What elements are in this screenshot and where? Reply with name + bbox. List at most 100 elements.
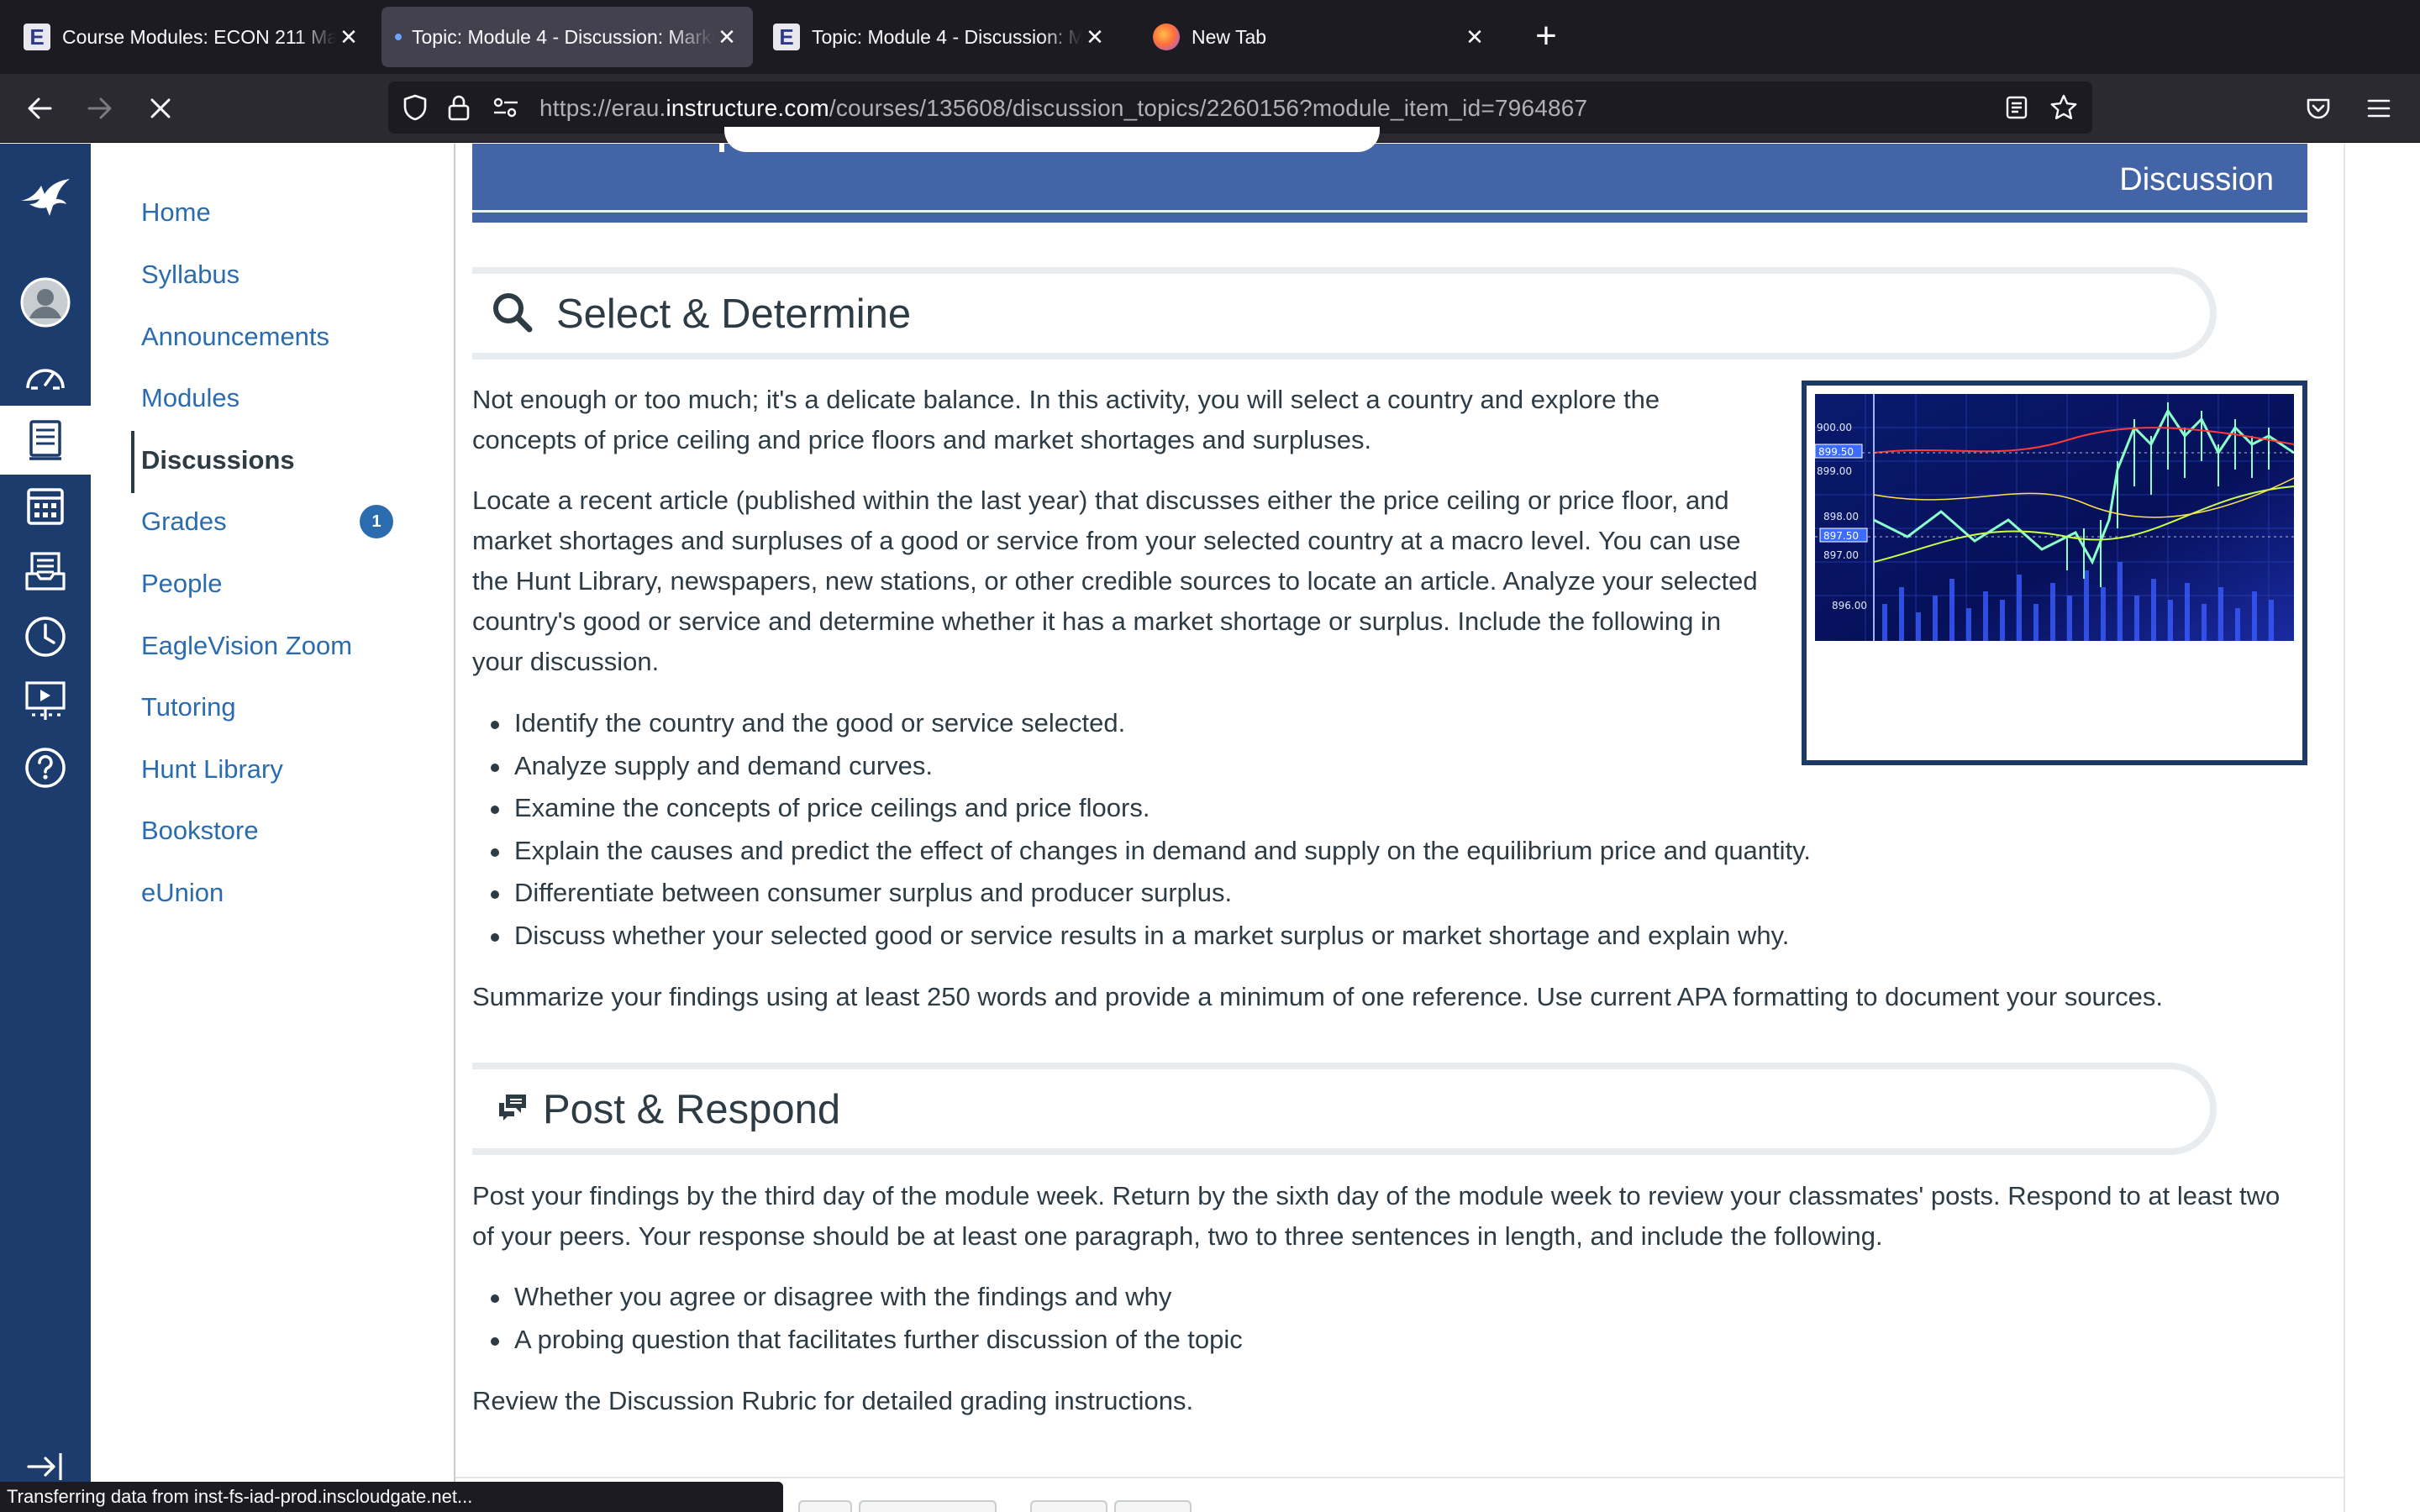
hamburger-menu-icon — [2367, 99, 2391, 118]
chart-price-label: 900.00 — [1817, 422, 1852, 433]
browser-tab-discussion[interactable]: E Topic: Module 4 - Discussion: Market S… — [760, 7, 1121, 67]
chart-price-label: 897.00 — [1823, 549, 1859, 561]
global-navigation — [0, 144, 91, 1512]
requirements-list: Identify the country and the good or ser… — [491, 703, 1811, 958]
course-nav-tutoring[interactable]: Tutoring — [141, 692, 236, 722]
list-item: Differentiate between consumer surplus a… — [491, 873, 1811, 916]
grades-count-badge: 1 — [360, 505, 393, 538]
footer-button[interactable] — [1114, 1500, 1192, 1512]
dashboard-icon[interactable] — [0, 342, 91, 407]
course-nav-hunt-library[interactable]: Hunt Library — [141, 754, 283, 785]
course-nav-bookstore[interactable]: Bookstore — [141, 816, 259, 846]
pocket-button[interactable] — [2299, 89, 2338, 128]
list-item: Identify the country and the good or ser… — [491, 703, 1811, 746]
calendar-icon[interactable] — [0, 473, 91, 538]
course-nav-eunion[interactable]: eUnion — [141, 878, 224, 908]
post-respond-paragraph: Post your findings by the third day of t… — [472, 1181, 2281, 1251]
post-respond-header: Post & Respond — [472, 1063, 2217, 1155]
close-icon[interactable]: ✕ — [336, 24, 361, 50]
collapse-nav-icon[interactable] — [25, 1450, 66, 1483]
tracking-shield-icon[interactable] — [400, 92, 430, 123]
instructions-paragraph: Locate a recent article (published withi… — [472, 486, 1758, 676]
footer-button[interactable] — [798, 1500, 852, 1512]
course-nav-grades[interactable]: Grades — [141, 507, 227, 537]
banner-decoration — [724, 127, 1380, 152]
chart-price-label: 896.00 — [1832, 600, 1867, 612]
browser-tab-new-tab[interactable]: New Tab ✕ — [1139, 7, 1501, 67]
course-nav-discussions[interactable]: Discussions — [141, 445, 295, 475]
tab-title: Topic: Module 4 - Discussion: Market Sho… — [412, 25, 714, 48]
tab-title: New Tab — [1192, 25, 1267, 48]
browser-status-bar: Transferring data from inst-fs-iad-prod.… — [0, 1482, 783, 1512]
browser-tab-course-modules[interactable]: E Course Modules: ECON 211 Macroeconomic… — [10, 7, 375, 67]
section-heading: Select & Determine — [556, 291, 912, 337]
content-border — [2344, 144, 2345, 1512]
banner-title: Discussion — [2119, 162, 2274, 197]
tab-title: Topic: Module 4 - Discussion: Market Sho… — [812, 25, 1082, 48]
banner-divider — [472, 210, 2307, 213]
url-host: instructure.com — [666, 95, 829, 121]
pocket-icon — [2307, 98, 2330, 119]
forward-button[interactable] — [81, 89, 119, 128]
banner-divider — [472, 214, 2307, 223]
erau-eagle-logo-icon[interactable] — [0, 162, 91, 238]
course-navigation: Home Syllabus Announcements Modules Disc… — [91, 144, 455, 1512]
intro-paragraph: Not enough or too much; it's a delicate … — [472, 385, 1660, 454]
url-path: /courses/135608/discussion_topics/226015… — [829, 95, 1588, 121]
course-nav-home[interactable]: Home — [141, 197, 211, 228]
forward-arrow-icon — [87, 97, 112, 119]
browser-tab-discussion-active[interactable]: Topic: Module 4 - Discussion: Market Sho… — [381, 7, 753, 67]
list-item: Discuss whether your selected good or se… — [491, 916, 1811, 958]
bookmark-star-icon[interactable] — [2049, 92, 2079, 123]
section-heading: Post & Respond — [543, 1087, 841, 1132]
back-button[interactable] — [20, 89, 59, 128]
stock-chart-image: 900.00 899.50 899.00 898.00 897.50 897.0… — [1802, 381, 2307, 765]
content-border — [455, 1477, 2344, 1478]
stop-loading-button[interactable] — [141, 89, 180, 128]
stop-icon — [150, 98, 171, 118]
erau-e-icon: E — [773, 24, 800, 50]
help-icon[interactable] — [0, 735, 91, 801]
chart-price-label: 898.00 — [1823, 511, 1859, 522]
lock-icon[interactable] — [444, 92, 474, 123]
list-item: Examine the concepts of price ceilings a… — [491, 788, 1811, 831]
list-item: Explain the causes and predict the effec… — [491, 831, 1811, 874]
course-nav-people[interactable]: People — [141, 569, 223, 599]
course-nav-eaglevision-zoom[interactable]: EagleVision Zoom — [141, 631, 352, 661]
browser-tab-strip: E Course Modules: ECON 211 Macroeconomic… — [0, 0, 2420, 74]
courses-icon[interactable] — [0, 406, 91, 475]
response-requirements-list: Whether you agree or disagree with the f… — [491, 1277, 1243, 1362]
history-clock-icon[interactable] — [0, 604, 91, 669]
back-arrow-icon — [28, 97, 52, 119]
reader-view-icon[interactable] — [2002, 92, 2032, 123]
footer-button[interactable] — [859, 1500, 997, 1512]
url-prefix: https://erau. — [539, 95, 666, 121]
studio-icon[interactable] — [0, 669, 91, 735]
list-item: Whether you agree or disagree with the f… — [491, 1277, 1243, 1320]
chart-price-label: 899.00 — [1817, 465, 1852, 477]
inbox-icon[interactable] — [0, 538, 91, 604]
loading-dot-icon — [395, 34, 402, 40]
firefox-icon — [1153, 24, 1180, 50]
list-item: Analyze supply and demand curves. — [491, 746, 1811, 789]
close-icon[interactable]: ✕ — [1462, 24, 1487, 50]
market-chart-graphic: 900.00 899.50 899.00 898.00 897.50 897.0… — [1815, 394, 2294, 641]
erau-e-icon: E — [24, 24, 50, 50]
url-text[interactable]: https://erau.instructure.com/courses/135… — [539, 95, 1587, 122]
close-icon[interactable]: ✕ — [714, 24, 739, 50]
select-determine-header: Select & Determine — [472, 267, 2217, 360]
new-tab-button[interactable]: + — [1529, 15, 1563, 59]
list-item: A probing question that facilitates furt… — [491, 1320, 1243, 1362]
permissions-icon[interactable] — [491, 92, 521, 123]
summary-paragraph: Summarize your findings using at least 2… — [472, 982, 2163, 1011]
app-menu-button[interactable] — [2360, 89, 2398, 128]
course-nav-modules[interactable]: Modules — [141, 383, 239, 413]
footer-button[interactable] — [1030, 1500, 1107, 1512]
address-bar[interactable]: https://erau.instructure.com/courses/135… — [388, 81, 2092, 134]
search-icon — [487, 287, 538, 338]
chart-price-label: 899.50 — [1818, 446, 1854, 458]
account-avatar-icon[interactable] — [0, 270, 91, 335]
close-icon[interactable]: ✕ — [1082, 24, 1107, 50]
course-nav-announcements[interactable]: Announcements — [141, 322, 329, 352]
course-nav-syllabus[interactable]: Syllabus — [141, 260, 239, 290]
